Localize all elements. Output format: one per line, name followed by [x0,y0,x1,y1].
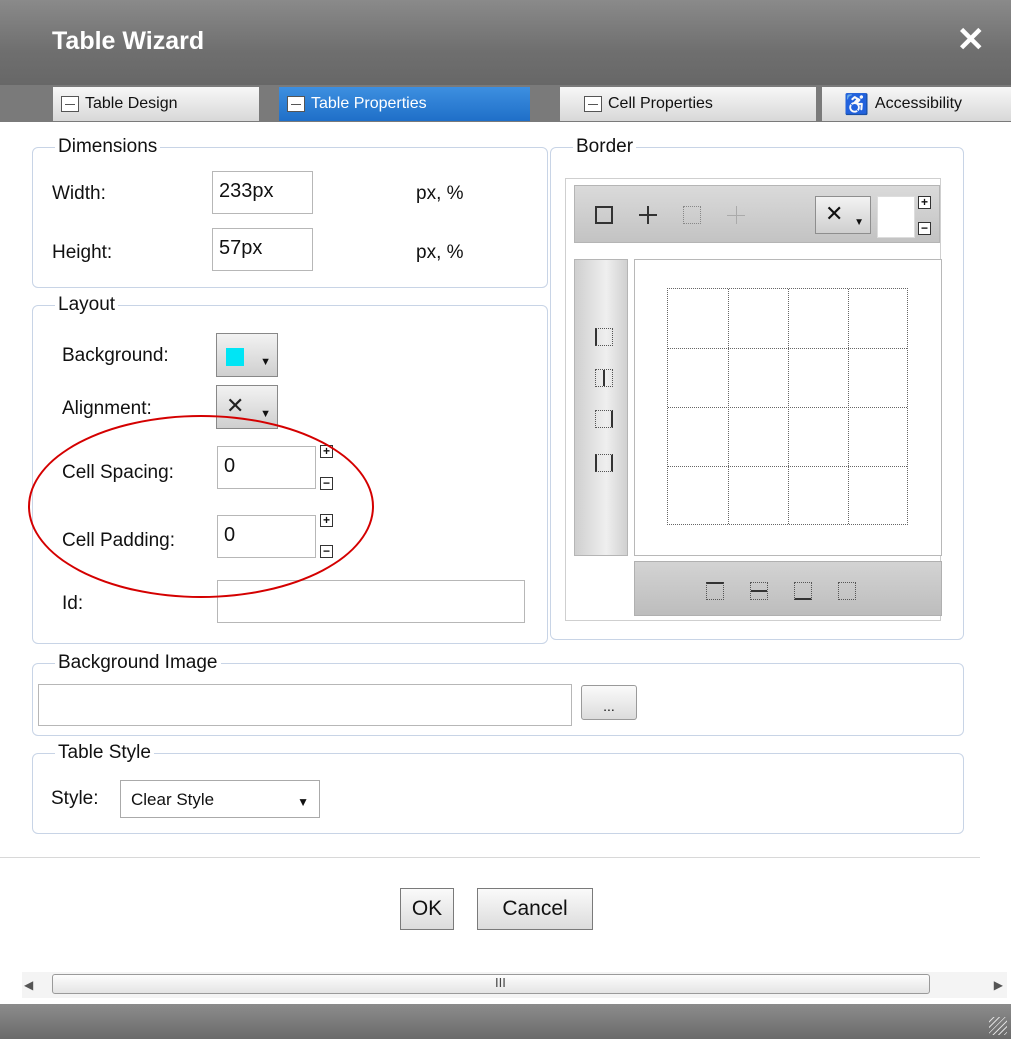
layout-legend: Layout [58,294,116,315]
style-label: Style: [51,788,99,809]
border-width-decrement-icon[interactable]: − [918,222,931,235]
chevron-down-icon: ▼ [854,217,864,228]
close-icon[interactable]: ✕ [957,20,986,60]
scrollbar-thumb[interactable]: III [52,974,930,994]
no-style-icon: ✕ [825,201,844,226]
inner-borders-icon[interactable] [639,206,657,224]
left-border-icon[interactable] [595,328,613,346]
tab-bar: Table Design Table Properties Cell Prope… [0,85,1011,122]
scroll-left-icon[interactable]: ◀ [24,978,33,992]
border-toolbar: ✕ ▼ + − [574,185,940,243]
alignment-label: Alignment: [62,398,152,419]
no-alignment-icon: ✕ [226,393,245,418]
tab-table-design[interactable]: Table Design [53,87,259,121]
table-wizard-dialog: Table Wizard ✕ Table Design Table Proper… [0,0,1011,1039]
no-horizontal-border-icon[interactable] [838,582,856,600]
title-bar[interactable]: Table Wizard ✕ [0,0,1011,85]
vertical-inner-border-icon[interactable] [595,369,613,387]
border-preview [634,259,942,556]
style-select-value: Clear Style [131,790,215,809]
no-borders-icon[interactable] [727,206,745,224]
browse-button[interactable]: ... [581,685,637,720]
accessibility-icon: ♿ [844,93,869,116]
height-unit-hint: px, % [416,242,464,263]
outer-border-icon[interactable] [683,206,701,224]
cell-padding-input[interactable]: 0 [217,515,316,558]
right-border-icon[interactable] [595,410,613,428]
dimensions-legend: Dimensions [58,136,158,157]
background-image-legend: Background Image [58,652,218,673]
tab-table-properties[interactable]: Table Properties [279,87,530,121]
id-label: Id: [62,593,84,614]
chevron-down-icon: ▼ [260,356,271,368]
table-design-icon [61,96,79,112]
cell-padding-increment-icon[interactable]: + [320,514,333,527]
width-label: Width: [52,183,106,204]
id-input[interactable] [217,580,525,623]
resize-grip-icon[interactable] [989,1017,1007,1035]
style-select[interactable]: Clear Style ▼ [120,780,320,818]
cell-properties-icon [584,96,602,112]
cell-spacing-increment-icon[interactable]: + [320,445,333,458]
cell-padding-decrement-icon[interactable]: − [320,545,333,558]
horizontal-inner-border-icon[interactable] [750,582,768,600]
column-border-toolbar [634,561,942,616]
preview-table-grid [667,288,908,525]
scroll-right-icon[interactable]: ▶ [994,978,1003,992]
all-borders-icon[interactable] [595,206,613,224]
tab-label: Table Design [85,95,178,112]
border-editor: ✕ ▼ + − [565,178,942,621]
cell-spacing-decrement-icon[interactable]: − [320,477,333,490]
scrollbar-grip: III [495,975,506,990]
cell-padding-label: Cell Padding: [62,530,176,551]
bottom-border-icon[interactable] [794,582,812,600]
border-style-dropdown[interactable]: ✕ ▼ [815,196,871,234]
table-style-legend: Table Style [58,742,151,763]
height-input[interactable]: 57px [212,228,313,271]
color-swatch [226,348,244,366]
status-bar [0,1004,1011,1039]
width-unit-hint: px, % [416,183,464,204]
tab-label: Cell Properties [608,95,713,112]
background-image-input[interactable] [38,684,572,726]
tab-label: Accessibility [874,95,963,112]
dialog-title: Table Wizard [52,27,205,55]
cell-spacing-label: Cell Spacing: [62,462,174,483]
ok-button[interactable]: OK [400,888,454,930]
chevron-down-icon: ▼ [297,795,309,809]
left-right-border-icon[interactable] [595,454,613,472]
divider [0,857,980,858]
alignment-dropdown[interactable]: ✕ ▼ [216,385,278,429]
top-border-icon[interactable] [706,582,724,600]
tab-accessibility[interactable]: ♿ Accessibility [822,87,1011,121]
cell-spacing-input[interactable]: 0 [217,446,316,489]
chevron-down-icon: ▼ [260,408,271,420]
height-label: Height: [52,242,113,263]
border-color-swatch[interactable] [877,196,915,238]
tab-cell-properties[interactable]: Cell Properties [560,87,816,121]
border-width-increment-icon[interactable]: + [918,196,931,209]
background-color-picker[interactable]: ▼ [216,333,278,377]
tab-label: Table Properties [311,95,427,112]
border-legend: Border [576,136,634,157]
row-border-toolbar [574,259,628,556]
table-properties-icon [287,96,305,112]
width-input[interactable]: 233px [212,171,313,214]
background-label: Background: [62,345,169,366]
cancel-button[interactable]: Cancel [477,888,593,930]
horizontal-scrollbar[interactable]: ◀ III ▶ [22,972,1007,998]
